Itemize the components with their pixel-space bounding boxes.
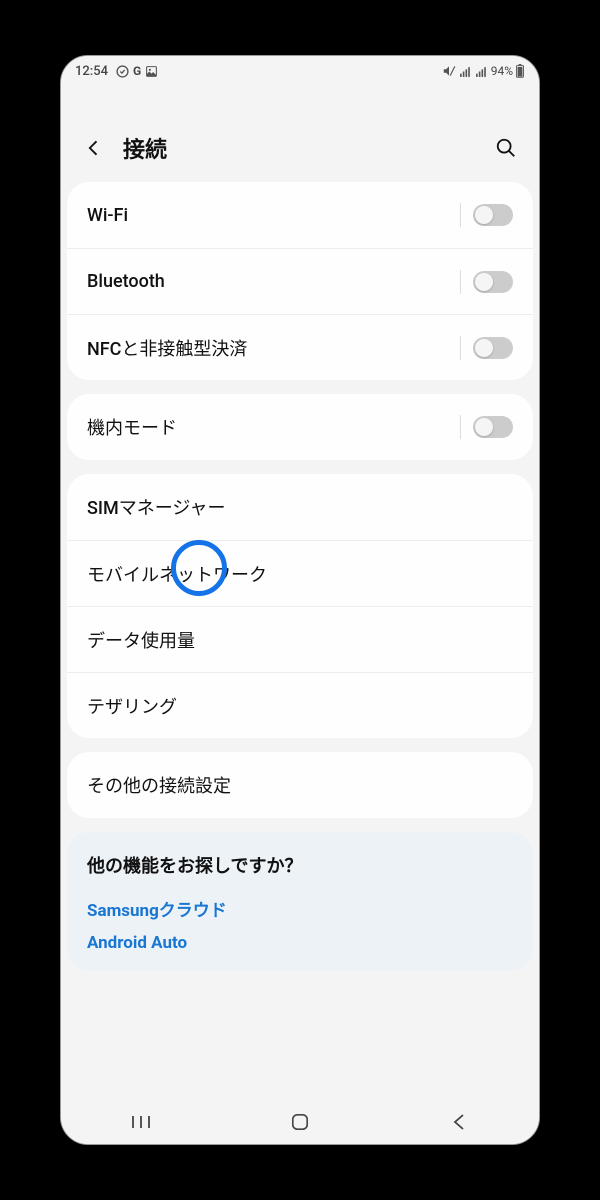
- nfc-toggle[interactable]: [473, 337, 513, 359]
- wifi-row[interactable]: Wi-Fi: [67, 182, 533, 248]
- recents-button[interactable]: [101, 1100, 181, 1144]
- battery-icon: [515, 64, 525, 78]
- settings-group: 機内モード: [67, 394, 533, 460]
- signal-icon-2: [475, 65, 488, 78]
- airplane-row[interactable]: 機内モード: [67, 394, 533, 460]
- status-time: 12:54: [75, 64, 108, 79]
- header: 接続: [61, 84, 539, 182]
- search-button[interactable]: [491, 133, 521, 163]
- nav-back-button[interactable]: [419, 1100, 499, 1144]
- settings-group: SIMマネージャー モバイルネットワーク データ使用量 テザリング: [67, 474, 533, 738]
- row-label: 機内モード: [87, 414, 460, 440]
- wifi-toggle[interactable]: [473, 204, 513, 226]
- suggestions-title: 他の機能をお探しですか？: [87, 852, 513, 878]
- settings-group: Wi-Fi Bluetooth NFCと非接触型決済: [67, 182, 533, 380]
- row-label: モバイルネットワーク: [87, 561, 513, 587]
- back-button[interactable]: [79, 133, 109, 163]
- sim-manager-row[interactable]: SIMマネージャー: [67, 474, 533, 540]
- settings-group: その他の接続設定: [67, 752, 533, 818]
- page-title: 接続: [123, 132, 477, 164]
- bluetooth-toggle[interactable]: [473, 271, 513, 293]
- data-usage-row[interactable]: データ使用量: [67, 606, 533, 672]
- row-label: SIMマネージャー: [87, 494, 513, 520]
- mute-icon: [442, 64, 456, 78]
- tethering-row[interactable]: テザリング: [67, 672, 533, 738]
- chevron-left-icon: [84, 138, 104, 158]
- suggestion-link-samsung-cloud[interactable]: Samsungクラウド: [87, 896, 513, 921]
- row-label: その他の接続設定: [87, 772, 513, 798]
- google-icon: G: [133, 64, 141, 78]
- row-label: データ使用量: [87, 627, 513, 653]
- home-button[interactable]: [260, 1100, 340, 1144]
- row-label: NFCと非接触型決済: [87, 335, 460, 361]
- nfc-row[interactable]: NFCと非接触型決済: [67, 314, 533, 380]
- bluetooth-row[interactable]: Bluetooth: [67, 248, 533, 314]
- mobile-networks-row[interactable]: モバイルネットワーク: [67, 540, 533, 606]
- content: Wi-Fi Bluetooth NFCと非接触型決済 機内モード: [61, 182, 539, 1021]
- search-icon: [495, 137, 517, 159]
- phone-frame: 12:54 G 94%: [60, 55, 540, 1145]
- row-label: Wi-Fi: [87, 205, 460, 226]
- divider: [460, 270, 461, 294]
- battery-percent: 94%: [491, 64, 513, 78]
- row-label: テザリング: [87, 693, 513, 719]
- divider: [460, 203, 461, 227]
- suggestion-link-android-auto[interactable]: Android Auto: [87, 933, 513, 953]
- signal-icon: [459, 65, 472, 78]
- nav-bar: [61, 1100, 539, 1144]
- chevron-left-icon: [452, 1113, 466, 1131]
- more-connection-row[interactable]: その他の接続設定: [67, 752, 533, 818]
- home-icon: [291, 1113, 309, 1131]
- check-circle-icon: [116, 65, 129, 78]
- airplane-toggle[interactable]: [473, 416, 513, 438]
- status-bar: 12:54 G 94%: [61, 56, 539, 84]
- recents-icon: [131, 1114, 151, 1130]
- image-icon: [145, 65, 158, 78]
- row-label: Bluetooth: [87, 271, 460, 292]
- divider: [460, 336, 461, 360]
- divider: [460, 415, 461, 439]
- suggestions-card: 他の機能をお探しですか？ Samsungクラウド Android Auto: [67, 832, 533, 971]
